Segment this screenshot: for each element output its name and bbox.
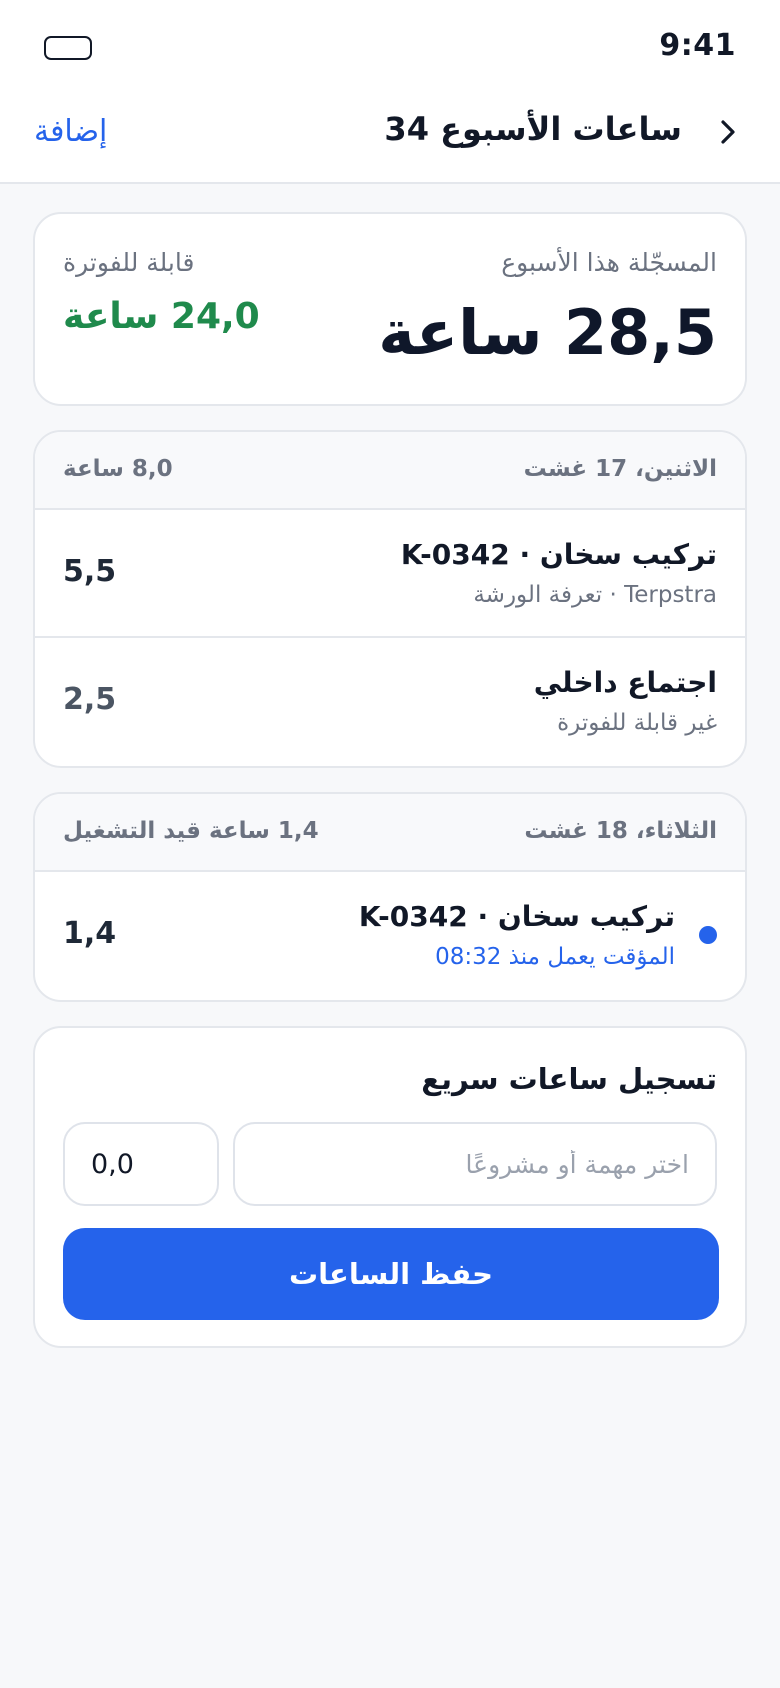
time-entry[interactable]: تركيب سخان · K-0342 Terpstra · تعرفة الو… (35, 510, 745, 638)
recorded-hours: 28,5 ساعة (378, 296, 717, 369)
entry-hours: 2,5 (63, 682, 117, 717)
entry-hours: 1,4 (63, 916, 117, 951)
hours-input[interactable] (63, 1122, 219, 1206)
day-header: الثلاثاء، 18 غشت 1,4 ساعة قيد التشغيل (35, 794, 745, 872)
timer-status: المؤقت يعمل منذ 08:32 (435, 944, 675, 970)
navigation-bar: إضافة ساعات الأسبوع 34 (0, 96, 780, 184)
entry-title: تركيب سخان · K-0342 (400, 538, 717, 571)
day-total: 8,0 ساعة (63, 456, 173, 482)
status-bar: 9:41 (0, 0, 780, 96)
entry-subtitle: Terpstra · تعرفة الورشة (473, 582, 717, 608)
entry-subtitle: غير قابلة للفوترة (557, 710, 717, 736)
day-date: الثلاثاء، 18 غشت (524, 818, 717, 844)
save-hours-button[interactable]: حفظ الساعات (63, 1228, 719, 1320)
billable-hours: 24,0 ساعة (63, 296, 260, 337)
page-title: ساعات الأسبوع 34 (384, 110, 682, 148)
day-card-tuesday: الثلاثاء، 18 غشت 1,4 ساعة قيد التشغيل تر… (33, 792, 747, 1002)
entry-title: اجتماع داخلي (533, 666, 717, 699)
running-indicator-icon (699, 926, 717, 944)
day-date: الاثنين، 17 غشت (523, 456, 717, 482)
add-button[interactable]: إضافة (34, 114, 107, 149)
recorded-label: المسجّلة هذا الأسبوع (501, 248, 717, 277)
time-entry[interactable]: اجتماع داخلي غير قابلة للفوترة 2,5 (35, 638, 745, 766)
day-total: 1,4 ساعة قيد التشغيل (63, 818, 319, 844)
status-time: 9:41 (659, 28, 736, 63)
quick-log-card: تسجيل ساعات سريع حفظ الساعات (33, 1026, 747, 1348)
entry-hours: 5,5 (63, 554, 117, 589)
battery-icon (44, 36, 92, 60)
quick-log-title: تسجيل ساعات سريع (421, 1062, 717, 1096)
week-summary-card: المسجّلة هذا الأسبوع 28,5 ساعة قابلة للف… (33, 212, 747, 406)
day-card-monday: الاثنين، 17 غشت 8,0 ساعة تركيب سخان · K-… (33, 430, 747, 768)
running-time-entry[interactable]: تركيب سخان · K-0342 المؤقت يعمل منذ 08:3… (35, 872, 745, 1000)
chevron-right-icon[interactable] (712, 116, 744, 148)
task-select-input[interactable] (233, 1122, 717, 1206)
day-header: الاثنين، 17 غشت 8,0 ساعة (35, 432, 745, 510)
billable-label: قابلة للفوترة (63, 248, 195, 277)
entry-title: تركيب سخان · K-0342 (358, 900, 675, 933)
